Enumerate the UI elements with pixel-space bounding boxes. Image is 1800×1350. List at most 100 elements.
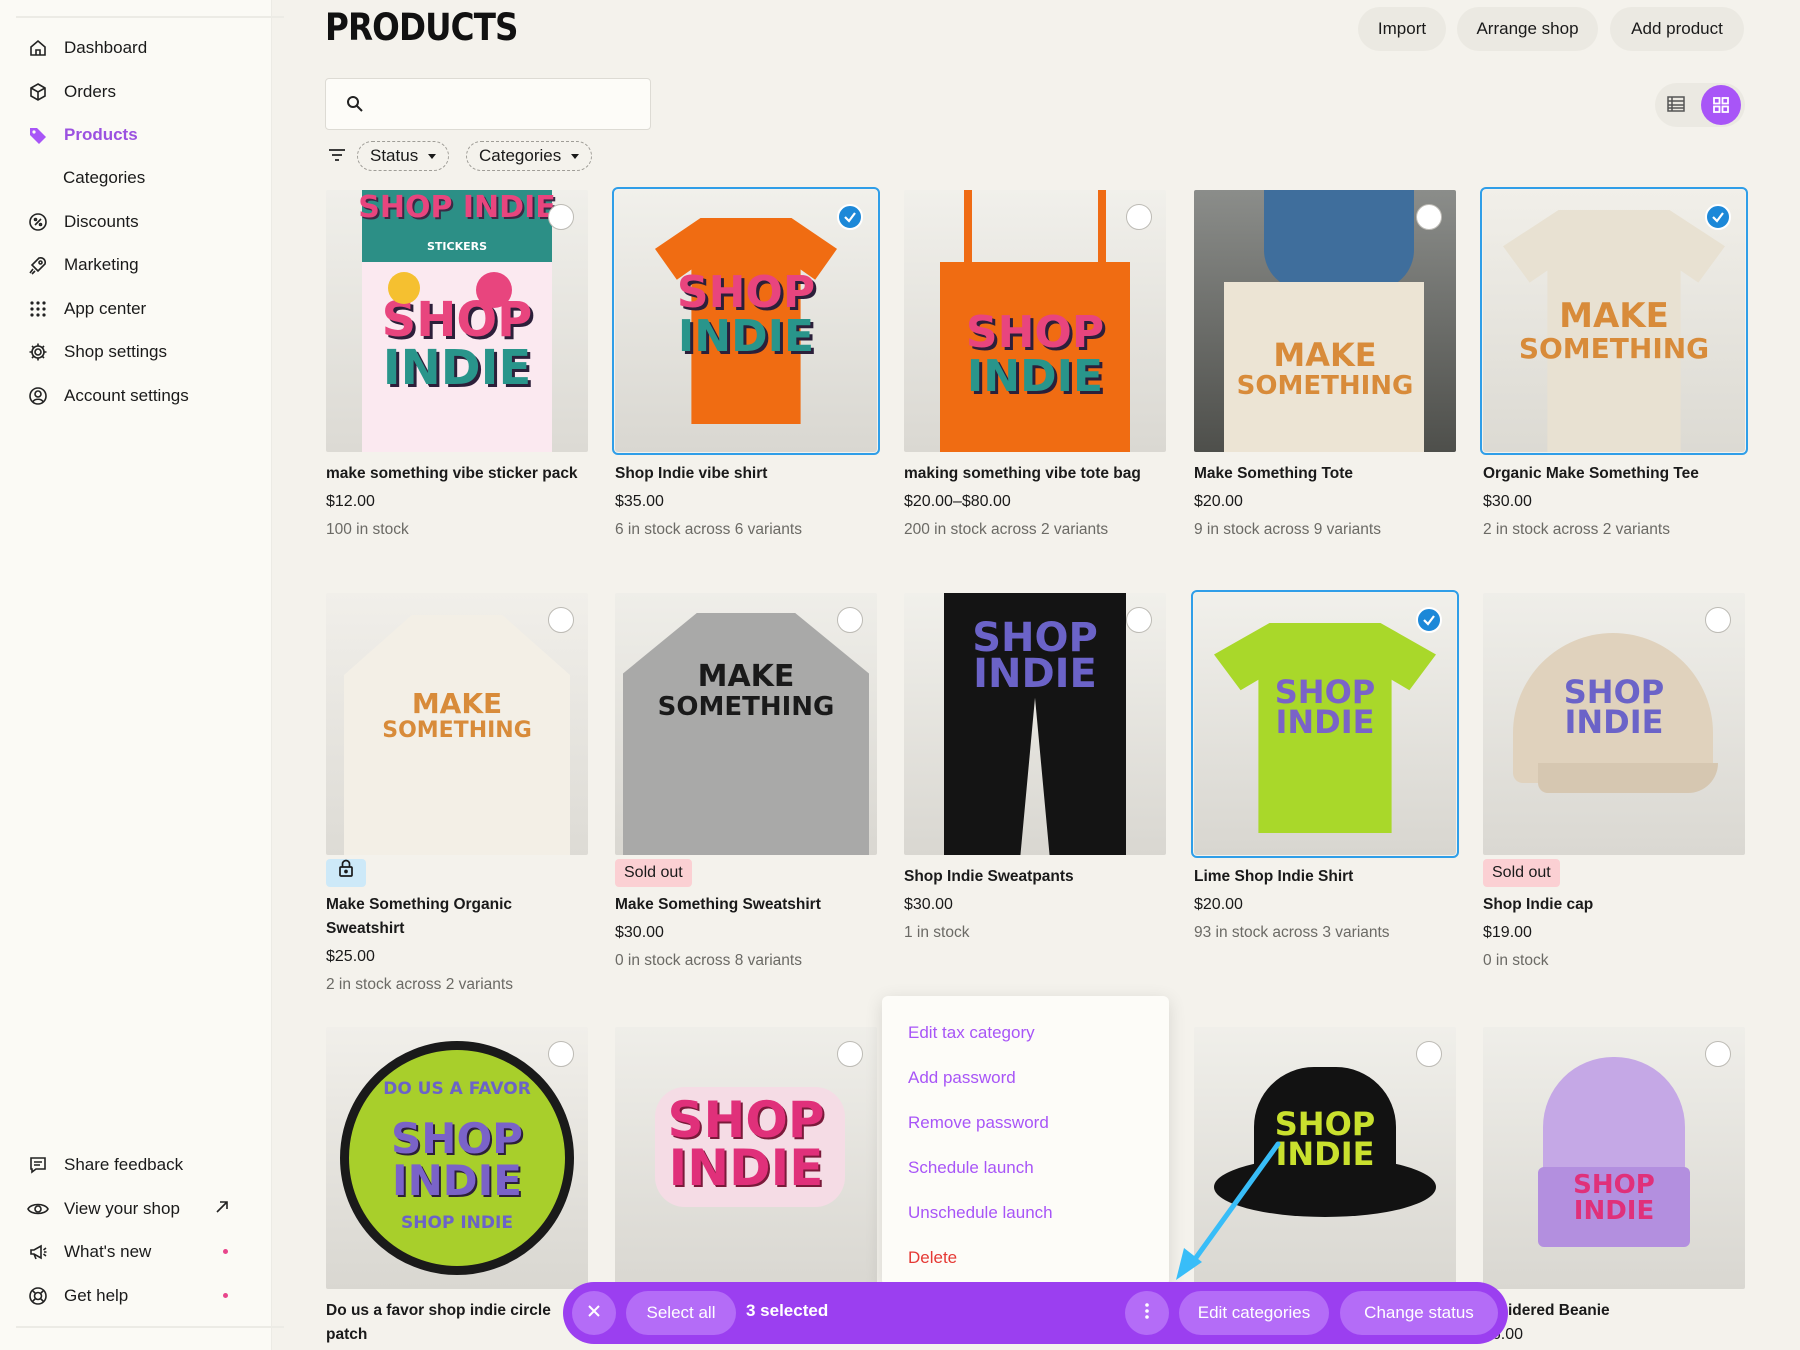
product-meta: Shop Indie vibe shirt $35.00 6 in stock … [615,462,877,542]
indie-art-text: INDIE [392,1156,522,1205]
menu-item-remove-password[interactable]: Remove password [882,1100,1169,1145]
menu-item-add-password[interactable]: Add password [882,1055,1169,1100]
sidebar-item-app-center[interactable]: App center [26,289,256,329]
select-checkbox[interactable] [1416,204,1442,230]
view-toggle [1655,83,1745,127]
categories-filter-label: Categories [479,146,562,165]
select-checkbox[interactable] [1416,607,1442,633]
page-title: PRODUCTS [325,6,518,49]
sidebar-item-whats-new[interactable]: What's new [26,1232,256,1272]
select-checkbox[interactable] [548,607,574,633]
select-checkbox[interactable] [1705,1041,1731,1067]
product-price: $20.00–$80.00 [904,493,1011,510]
sidebar-item-label: Marketing [64,255,139,274]
sidebar-item-label: Share feedback [64,1155,184,1174]
sidebar-item-share-feedback[interactable]: Share feedback [26,1145,256,1185]
select-checkbox[interactable] [1416,1041,1442,1067]
indie-art-text: INDIE [1275,1135,1375,1173]
product-price: $20.00 [1194,493,1243,510]
make-art-text: MAKE [1273,336,1377,374]
product-meta: Lime Shop Indie Shirt $20.00 93 in stock… [1194,865,1456,945]
import-button[interactable]: Import [1358,7,1446,51]
product-price: $12.00 [326,493,375,510]
product-stock: 93 in stock across 3 variants [1194,924,1390,941]
menu-item-edit-tax-category[interactable]: Edit tax category [882,1010,1169,1055]
selected-count: 3 selected [746,1301,829,1320]
product-image: SHOP INDIE [615,1027,877,1289]
search-input[interactable] [325,78,651,130]
product-name: Shop Indie Sweatpants [904,868,1074,885]
clear-selection-button[interactable] [572,1291,616,1335]
select-checkbox[interactable] [1705,204,1731,230]
something-art-text: SOMETHING [1236,371,1414,401]
edit-categories-button[interactable]: Edit categories [1179,1291,1329,1335]
product-meta: Sold out Make Something Sweatshirt $30.0… [615,859,877,973]
product-image: SHOP INDIE STICKERS SHOP INDIE [326,190,588,452]
product-meta: Make Something Tote $20.00 9 in stock ac… [1194,462,1456,542]
select-checkbox[interactable] [548,204,574,230]
sidebar-item-label: Products [64,125,138,144]
more-actions-button[interactable] [1125,1291,1169,1335]
product-name: Shop Indie cap [1483,896,1594,913]
indie-art-text: INDIE [677,311,815,362]
sidebar-item-label: Get help [64,1286,129,1305]
product-stock: 0 in stock across 8 variants [615,952,802,969]
status-filter-label: Status [370,146,419,165]
select-checkbox[interactable] [1705,607,1731,633]
filter-icon[interactable] [328,148,346,167]
close-icon [587,1303,601,1323]
megaphone-icon [26,1240,50,1264]
gear-icon [26,340,50,364]
select-all-button[interactable]: Select all [626,1291,736,1335]
sidebar-item-orders[interactable]: Orders [26,72,256,112]
grid-view-icon[interactable] [1701,85,1741,125]
sidebar-item-label: Discounts [64,212,139,231]
product-stock: 100 in stock [326,521,409,538]
lifebuoy-icon [26,1284,50,1308]
select-checkbox[interactable] [1126,204,1152,230]
eye-icon [26,1197,50,1221]
menu-item-schedule-launch[interactable]: Schedule launch [882,1145,1169,1190]
sidebar-item-get-help[interactable]: Get help [26,1276,256,1316]
status-filter[interactable]: Status [357,141,450,171]
sidebar-item-shop-settings[interactable]: Shop settings [26,332,256,372]
external-link-icon [214,1199,230,1220]
make-art-text: MAKE [411,687,503,720]
divider [16,1326,284,1328]
product-price: $30.00 [904,896,953,913]
select-checkbox[interactable] [1126,607,1152,633]
change-status-button[interactable]: Change status [1340,1291,1498,1335]
sold-out-badge: Sold out [615,859,692,887]
indie-art-text: INDIE [1564,703,1664,741]
product-stock: 2 in stock across 2 variants [1483,521,1670,538]
select-checkbox[interactable] [837,1041,863,1067]
sidebar-item-label: Orders [64,82,116,101]
select-checkbox[interactable] [837,607,863,633]
sidebar-item-marketing[interactable]: Marketing [26,245,256,285]
add-product-button[interactable]: Add product [1610,7,1744,51]
list-view-icon[interactable] [1665,93,1689,117]
product-name: Make Something Organic Sweatshirt [326,896,513,937]
indie-art-text: INDIE [1275,703,1375,741]
menu-item-unschedule-launch[interactable]: Unschedule launch [882,1190,1169,1235]
product-stock: 1 in stock [904,924,970,941]
sidebar-item-products[interactable]: Products [26,115,256,155]
menu-item-delete[interactable]: Delete [882,1235,1169,1280]
select-checkbox[interactable] [837,204,863,230]
sidebar-item-view-your-shop[interactable]: View your shop [26,1189,256,1229]
product-image: SHOP INDIE [1191,590,1459,858]
categories-filter[interactable]: Categories [466,141,593,171]
product-name: Organic Make Something Tee [1483,465,1699,482]
chevron-down-icon [571,153,580,159]
sidebar-item-account-settings[interactable]: Account settings [26,376,256,416]
home-icon [26,36,50,60]
notification-dot [223,1293,228,1298]
sidebar-item-dashboard[interactable]: Dashboard [26,28,256,68]
sidebar-item-label: View your shop [64,1199,180,1218]
lock-icon [338,859,354,887]
select-checkbox[interactable] [548,1041,574,1067]
arrange-shop-button[interactable]: Arrange shop [1457,7,1598,51]
shop-art-text: SHOP [381,292,533,348]
sidebar-item-categories[interactable]: Categories [26,158,256,198]
sidebar-item-discounts[interactable]: Discounts [26,202,256,242]
